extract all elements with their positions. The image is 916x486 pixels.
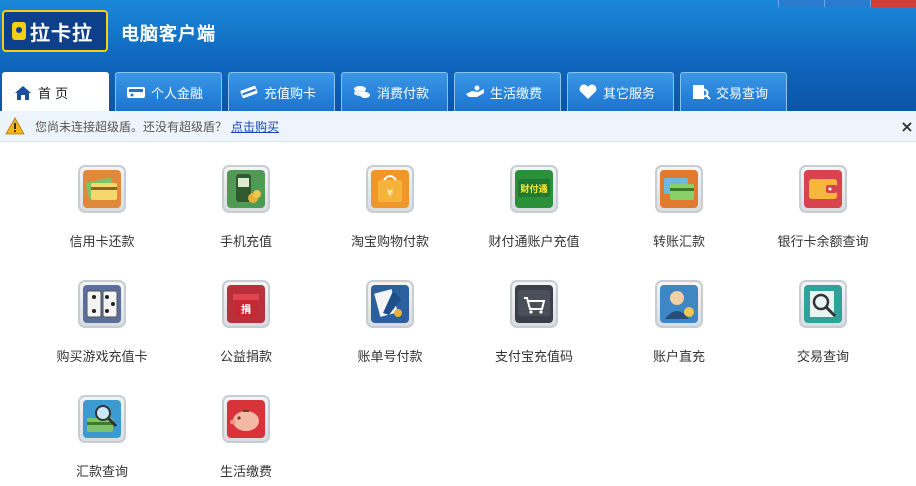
tenpay-icon: 财付通 xyxy=(510,165,558,213)
service-label: 财付通账户充值 xyxy=(488,235,580,250)
minimize-button[interactable] xyxy=(778,0,824,7)
service-label: 交易查询 xyxy=(796,350,849,365)
security-notice-bar: 您尚未连接超级盾。还没有超级盾？ 点击购买 × xyxy=(0,111,916,142)
warning-icon xyxy=(5,117,25,135)
service-label: 银行卡余额查询 xyxy=(777,235,869,250)
tab-label: 交易查询 xyxy=(716,86,769,102)
finance-icon xyxy=(126,84,146,100)
service-label: 公益捐款 xyxy=(219,350,272,365)
service-tile[interactable]: 财付通财付通账户充值 xyxy=(464,142,604,252)
service-label: 转账汇款 xyxy=(652,235,705,250)
service-label: 汇款查询 xyxy=(75,465,128,480)
tab-label: 首 页 xyxy=(38,87,69,102)
logo-mark-icon xyxy=(12,22,26,40)
tab-home[interactable]: 首 页 xyxy=(2,72,109,112)
main-tabs: 首 页 个人金融 充值购卡 消费付款 生活缴费 其它服务 交易查询 xyxy=(0,72,916,112)
svg-text:捐: 捐 xyxy=(241,303,251,316)
close-notice-icon[interactable]: × xyxy=(900,117,914,136)
tab-topup-card[interactable]: 充值购卡 xyxy=(228,72,335,111)
remit-search-icon xyxy=(78,395,126,443)
service-label: 账单号付款 xyxy=(357,350,423,365)
search-doc-icon xyxy=(799,280,847,328)
app-header: 拉卡拉 电脑客户端 首 页 个人金融 充值购卡 消费付款 生活缴费 其它服务 交… xyxy=(0,0,916,112)
service-tile[interactable]: 捐公益捐款 xyxy=(176,257,316,367)
card-icon xyxy=(239,84,259,100)
game-dice-icon xyxy=(78,280,126,328)
shopping-cart-icon xyxy=(510,280,558,328)
service-label: 支付宝充值码 xyxy=(494,350,573,365)
tab-life-payment[interactable]: 生活缴费 xyxy=(454,72,561,111)
service-tile[interactable]: 购买游戏充值卡 xyxy=(32,257,172,367)
service-tile[interactable]: 转账汇款 xyxy=(609,142,749,252)
tab-label: 消费付款 xyxy=(377,86,430,102)
coins-icon xyxy=(352,84,372,100)
service-label: 生活缴费 xyxy=(219,465,272,480)
heart-icon xyxy=(578,84,598,100)
tab-label: 充值购卡 xyxy=(264,86,317,102)
service-grid: 信用卡还款 手机充值 ¥ 淘宝购物付款 财付通 财付通账户充值 转账汇款 银行卡余额查询 购买游… xyxy=(0,142,916,486)
hand-icon xyxy=(465,84,485,100)
service-label: 账户直充 xyxy=(652,350,705,365)
tab-label: 其它服务 xyxy=(603,86,656,102)
account-user-icon xyxy=(655,280,703,328)
service-label: 信用卡还款 xyxy=(69,235,135,250)
service-tile[interactable]: 汇款查询 xyxy=(32,372,172,482)
app-window: 拉卡拉 电脑客户端 首 页 个人金融 充值购卡 消费付款 生活缴费 其它服务 交… xyxy=(0,0,916,486)
service-tile[interactable]: 生活缴费 xyxy=(176,372,316,482)
tab-label: 生活缴费 xyxy=(490,86,543,102)
credit-card-icon xyxy=(78,165,126,213)
wallet-icon xyxy=(799,165,847,213)
service-label: 淘宝购物付款 xyxy=(350,235,429,250)
close-window-button[interactable] xyxy=(870,0,916,7)
service-tile[interactable]: 交易查询 xyxy=(753,257,893,367)
service-tile[interactable]: 银行卡余额查询 xyxy=(753,142,893,252)
svg-text:财付通: 财付通 xyxy=(519,183,547,195)
taobao-bag-icon: ¥ xyxy=(366,165,414,213)
service-tile[interactable]: 支付宝充值码 xyxy=(464,257,604,367)
maximize-button[interactable] xyxy=(824,0,870,7)
buy-link[interactable]: 点击购买 xyxy=(231,118,279,135)
receipt-search-icon xyxy=(691,84,711,100)
window-controls xyxy=(778,0,916,7)
service-tile[interactable]: ¥ 淘宝购物付款 xyxy=(320,142,460,252)
lakala-logo: 拉卡拉 xyxy=(2,10,108,52)
service-tile[interactable]: 账户直充 xyxy=(609,257,749,367)
transfer-icon xyxy=(655,165,703,213)
service-label: 购买游戏充值卡 xyxy=(56,350,148,365)
mobile-topup-icon xyxy=(222,165,270,213)
charity-gift-icon: 捐 xyxy=(222,280,270,328)
tab-other-services[interactable]: 其它服务 xyxy=(567,72,674,111)
service-label: 手机充值 xyxy=(219,235,272,250)
service-tile[interactable]: 手机充值 xyxy=(176,142,316,252)
piggy-bank-icon xyxy=(222,395,270,443)
service-tile[interactable]: 账单号付款 xyxy=(320,257,460,367)
tab-transaction-query[interactable]: 交易查询 xyxy=(680,72,787,111)
tab-label: 个人金融 xyxy=(151,86,204,102)
service-tile[interactable]: 信用卡还款 xyxy=(32,142,172,252)
tab-personal-finance[interactable]: 个人金融 xyxy=(115,72,222,111)
logo-text: 拉卡拉 xyxy=(30,20,93,45)
app-title: 电脑客户端 xyxy=(121,24,216,45)
notice-text: 您尚未连接超级盾。还没有超级盾？ xyxy=(35,119,228,134)
bill-pay-icon xyxy=(366,280,414,328)
tab-consume-pay[interactable]: 消费付款 xyxy=(341,72,448,111)
home-icon xyxy=(13,85,33,101)
svg-text:¥: ¥ xyxy=(387,188,393,199)
